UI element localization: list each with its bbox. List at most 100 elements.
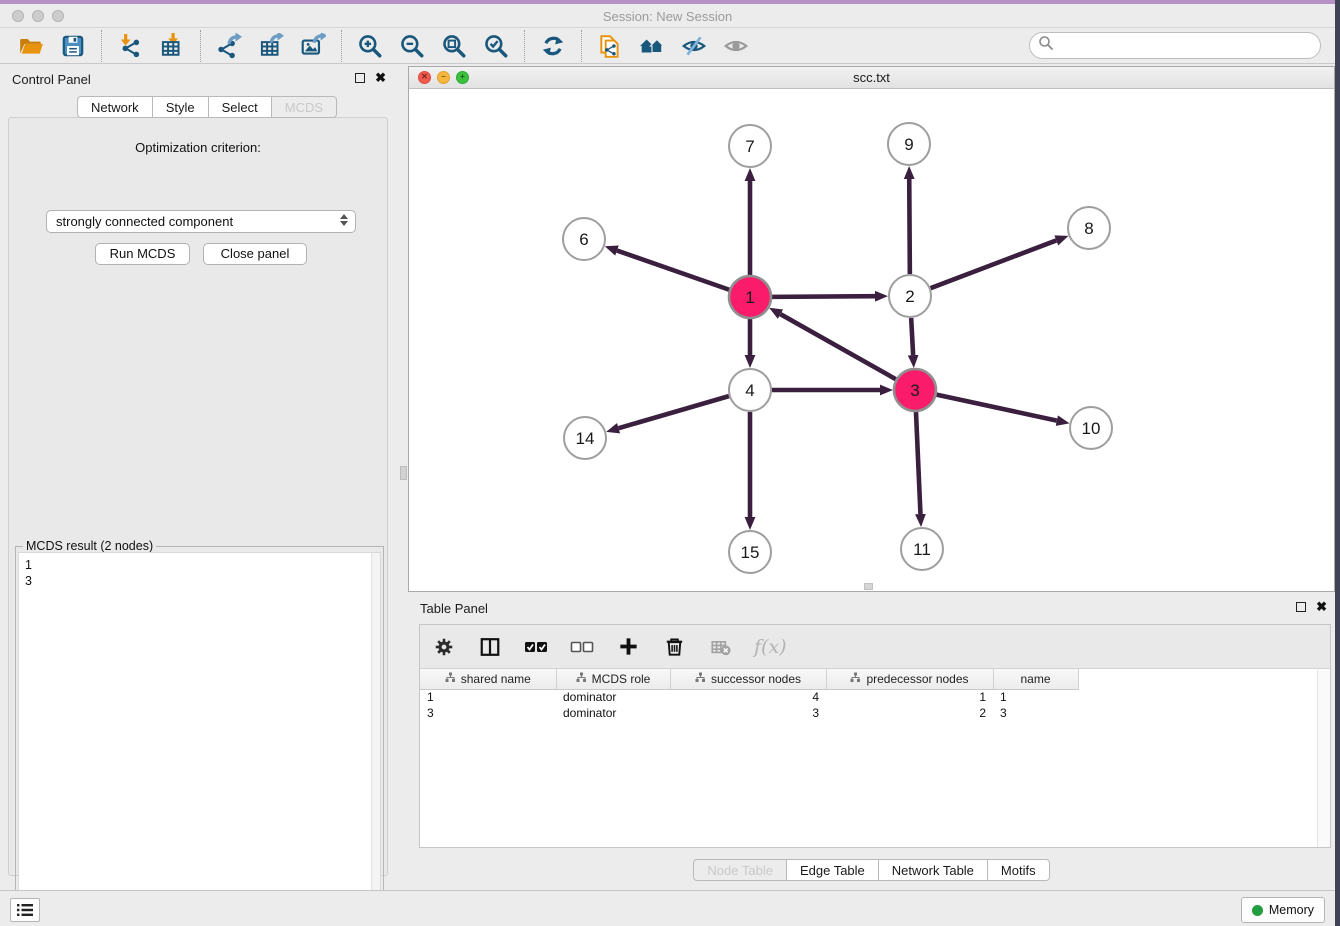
graph-edge-2-9[interactable] [909, 179, 910, 274]
table-row[interactable]: 3dominator323 [420, 705, 1078, 721]
export-image-button[interactable] [298, 31, 328, 61]
column-header-MCDS-role[interactable]: MCDS role [556, 669, 670, 689]
network-overview-button[interactable] [637, 31, 667, 61]
float-table-panel-icon[interactable] [1296, 602, 1306, 612]
export-table-button[interactable] [256, 31, 286, 61]
graph-edge-4-14[interactable] [619, 396, 729, 428]
main-toolbar [0, 28, 1335, 64]
graph-node-label: 9 [904, 135, 913, 154]
graph-node-label: 2 [905, 287, 914, 306]
column-header-shared-name[interactable]: shared name [420, 669, 556, 689]
zoom-out-button[interactable] [397, 31, 427, 61]
table-scrollbar[interactable] [1317, 670, 1330, 847]
control-panel-header: Control Panel ✖ [0, 66, 396, 94]
graph-edge-3-1[interactable] [780, 314, 895, 379]
node-table: shared nameMCDS rolesuccessor nodesprede… [420, 669, 1079, 721]
mcds-result-line: 3 [25, 573, 380, 589]
graph-node-1[interactable]: 1 [729, 276, 771, 318]
table-cell[interactable]: 1 [420, 689, 556, 705]
graph-node-4[interactable]: 4 [729, 369, 771, 411]
graph-edge-3-10[interactable] [937, 395, 1057, 421]
tab-mcds[interactable]: MCDS [271, 96, 337, 118]
table-cell[interactable]: 3 [670, 705, 826, 721]
graph-edge-2-3[interactable] [911, 318, 913, 355]
mcds-result-textarea[interactable]: 13 [18, 552, 381, 921]
tab-network-table[interactable]: Network Table [878, 859, 987, 881]
table-panel-header: Table Panel ✖ [408, 595, 1335, 621]
tab-node-table[interactable]: Node Table [693, 859, 786, 881]
tab-network[interactable]: Network [77, 96, 152, 118]
tab-style[interactable]: Style [152, 96, 208, 118]
task-history-button[interactable] [10, 898, 40, 922]
zoom-fit-button[interactable] [439, 31, 469, 61]
control-panel-tabs: NetworkStyleSelectMCDS [77, 96, 337, 118]
graph-node-6[interactable]: 6 [563, 218, 605, 260]
graph-edge-1-2[interactable] [772, 296, 875, 297]
panel-splitter-handle[interactable] [400, 466, 407, 480]
graph-node-9[interactable]: 9 [888, 123, 930, 165]
graph-node-7[interactable]: 7 [729, 125, 771, 167]
add-column-button[interactable] [616, 635, 640, 659]
graph-node-11[interactable]: 11 [901, 528, 943, 570]
search-input[interactable] [1054, 36, 1320, 56]
table-cell[interactable]: dominator [556, 689, 670, 705]
toggle-style-button[interactable] [679, 31, 709, 61]
float-panel-icon[interactable] [355, 73, 365, 83]
close-panel-icon[interactable]: ✖ [375, 72, 386, 84]
table-cell[interactable]: 2 [826, 705, 993, 721]
table-cell[interactable]: dominator [556, 705, 670, 721]
tree-icon [445, 672, 456, 686]
column-header-predecessor-nodes[interactable]: predecessor nodes [826, 669, 993, 689]
birdseye-button[interactable] [721, 31, 751, 61]
network-hscroll-handle[interactable] [864, 583, 873, 590]
memory-button[interactable]: Memory [1241, 897, 1325, 923]
export-network-button[interactable] [214, 31, 244, 61]
graph-node-label: 6 [579, 230, 588, 249]
table-header-row: shared nameMCDS rolesuccessor nodesprede… [420, 669, 1078, 689]
tab-select[interactable]: Select [208, 96, 271, 118]
toolbar-separator [581, 30, 582, 62]
graph-edge-1-6[interactable] [617, 251, 729, 290]
save-session-button[interactable] [58, 31, 88, 61]
result-scrollbar[interactable] [371, 553, 380, 920]
search-field[interactable] [1029, 32, 1321, 59]
table-cell[interactable]: 1 [826, 689, 993, 705]
close-panel-button[interactable]: Close panel [203, 243, 307, 265]
table-cell[interactable]: 3 [993, 705, 1078, 721]
graph-edge-3-11[interactable] [916, 412, 920, 514]
open-file-button[interactable] [16, 31, 46, 61]
network-window-title: scc.txt [409, 70, 1334, 85]
column-header-name[interactable]: name [993, 669, 1078, 689]
deselect-all-button[interactable] [570, 635, 594, 659]
import-table-button[interactable] [157, 31, 187, 61]
table-cell[interactable]: 1 [993, 689, 1078, 705]
graph-node-3[interactable]: 3 [894, 369, 936, 411]
graph-edge-2-8[interactable] [931, 240, 1057, 288]
network-canvas[interactable]: 7 9 6 8 1 2 4 3 14 10 15 11 [409, 89, 1334, 591]
zoom-in-button[interactable] [355, 31, 385, 61]
column-header-successor-nodes[interactable]: successor nodes [670, 669, 826, 689]
optimization-criterion-select[interactable]: strongly connected component [46, 210, 356, 233]
table-cell[interactable]: 4 [670, 689, 826, 705]
table-settings-button[interactable] [432, 635, 456, 659]
tab-edge-table[interactable]: Edge Table [786, 859, 878, 881]
select-stepper-icon [340, 214, 348, 226]
select-all-button[interactable] [524, 635, 548, 659]
import-network-button[interactable] [115, 31, 145, 61]
graph-node-15[interactable]: 15 [729, 531, 771, 573]
run-mcds-button[interactable]: Run MCDS [95, 243, 190, 265]
graph-node-14[interactable]: 14 [564, 417, 606, 459]
close-table-panel-icon[interactable]: ✖ [1316, 601, 1327, 613]
column-selector-button[interactable] [478, 635, 502, 659]
tab-motifs[interactable]: Motifs [987, 859, 1050, 881]
zoom-selected-button[interactable] [481, 31, 511, 61]
table-cell[interactable]: 3 [420, 705, 556, 721]
table-row[interactable]: 1dominator411 [420, 689, 1078, 705]
clone-network-button[interactable] [595, 31, 625, 61]
delete-column-button[interactable] [662, 635, 686, 659]
graph-node-2[interactable]: 2 [889, 275, 931, 317]
network-window-titlebar[interactable]: ✕ − + scc.txt [409, 67, 1334, 89]
apply-layout-button[interactable] [538, 31, 568, 61]
graph-node-8[interactable]: 8 [1068, 207, 1110, 249]
graph-node-10[interactable]: 10 [1070, 407, 1112, 449]
